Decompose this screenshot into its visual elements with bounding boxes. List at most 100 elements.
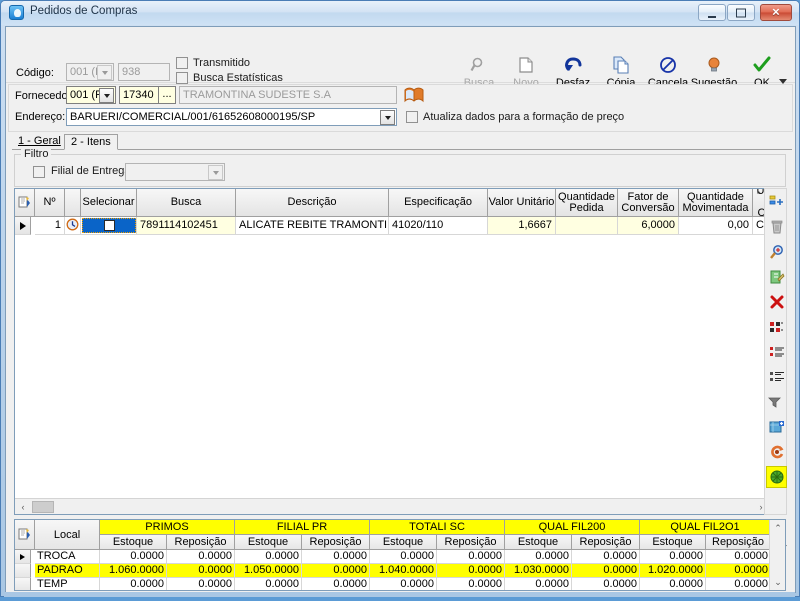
fornecedor-combo[interactable]: 001 (PI [66, 86, 116, 104]
cell-estoque-1[interactable]: 0.0000 [100, 578, 167, 590]
group-header-primos[interactable]: PRIMOS [100, 520, 235, 535]
cell-estoque-4[interactable]: 0.0000 [505, 550, 572, 564]
maximize-button[interactable] [727, 4, 755, 21]
cell-especificacao[interactable]: 41020/110 [389, 217, 488, 235]
export-grid-icon[interactable] [766, 416, 787, 438]
col-header-busca[interactable]: Busca [137, 189, 236, 217]
filter-funnel-icon[interactable] [764, 391, 785, 413]
cell-estoque-4[interactable]: 0.0000 [505, 578, 572, 590]
cell-reposicao-1[interactable]: 0.0000 [167, 578, 235, 590]
grid-config-icon[interactable] [15, 520, 35, 550]
sub-header-reposicao-4[interactable]: Reposição [572, 535, 640, 550]
col-header-valor-unitario[interactable]: Valor Unitário [488, 189, 556, 217]
filial-entrega-combo[interactable] [125, 163, 225, 181]
items-grid[interactable]: Nº Selecionar Busca Descrição Especifica… [14, 188, 786, 515]
transmitido-checkbox[interactable] [176, 57, 188, 69]
cell-reposicao-3[interactable]: 0.0000 [437, 564, 505, 578]
list-item[interactable]: TEMP 0.0000 0.0000 0.0000 0.0000 0.0000 … [15, 578, 769, 590]
cell-estoque-2[interactable]: 1.050.0000 [235, 564, 302, 578]
fornecedor-browse-button[interactable]: ... [158, 86, 176, 104]
row-selector-arrow[interactable] [15, 550, 31, 564]
cell-quantidade-movimentada[interactable]: 0,00 [679, 217, 753, 235]
col-header-local[interactable]: Local [35, 520, 100, 550]
cell-reposicao-4[interactable]: 0.0000 [572, 564, 640, 578]
cell-descricao[interactable]: ALICATE REBITE TRAMONTINA [236, 217, 389, 235]
sub-header-reposicao-2[interactable]: Reposição [302, 535, 370, 550]
delete-x-icon[interactable] [766, 291, 787, 313]
group-header-filial-pr[interactable]: FILIAL PR [235, 520, 370, 535]
cell-estoque-4[interactable]: 1.030.0000 [505, 564, 572, 578]
sub-header-reposicao-1[interactable]: Reposição [167, 535, 235, 550]
list-detail-icon[interactable] [766, 366, 787, 388]
cell-busca[interactable]: 7891114102451 [137, 217, 236, 235]
cell-status[interactable] [65, 217, 81, 235]
grid-cells-icon[interactable] [766, 316, 787, 338]
cell-reposicao-4[interactable]: 0.0000 [572, 550, 640, 564]
refresh-icon[interactable] [766, 441, 787, 463]
list-item[interactable]: PADRAO 1.060.0000 0.0000 1.050.0000 0.00… [15, 564, 769, 578]
minimize-button[interactable] [698, 4, 726, 21]
scroll-down-icon[interactable]: ⌄ [770, 574, 786, 590]
group-header-qual-fil200[interactable]: QUAL FIL200 [505, 520, 640, 535]
group-header-totali-sc[interactable]: TOTALI SC [370, 520, 505, 535]
trash-icon[interactable] [766, 216, 787, 238]
cell-reposicao-2[interactable]: 0.0000 [302, 564, 370, 578]
table-row[interactable]: 1 7891114102451 ALICATE REBITE TRAMONTIN… [15, 217, 769, 235]
cell-reposicao-5[interactable]: 0.0000 [706, 578, 769, 590]
cell-reposicao-1[interactable]: 0.0000 [167, 564, 235, 578]
cell-reposicao-4[interactable]: 0.0000 [572, 578, 640, 590]
globe-icon[interactable] [766, 466, 787, 488]
atualiza-dados-checkbox[interactable] [406, 111, 418, 123]
cell-local[interactable]: PADRAO [35, 564, 100, 578]
chevron-down-icon[interactable] [99, 88, 114, 103]
cell-reposicao-5[interactable]: 0.0000 [706, 564, 769, 578]
list-ordered-icon[interactable] [766, 341, 787, 363]
cell-estoque-3[interactable]: 0.0000 [370, 578, 437, 590]
fornecedor-code-field[interactable]: 17340 [119, 86, 159, 104]
chevron-down-icon[interactable] [380, 110, 395, 125]
col-header-selecionar[interactable]: Selecionar [81, 189, 137, 217]
stock-grid-vscrollbar[interactable]: ⌃ ⌄ [769, 520, 785, 590]
sub-header-estoque-3[interactable]: Estoque [370, 535, 437, 550]
sub-header-estoque-1[interactable]: Estoque [100, 535, 167, 550]
selecionar-checkbox[interactable] [104, 220, 115, 231]
cell-numero[interactable]: 1 [35, 217, 65, 235]
chevron-down-icon[interactable] [208, 165, 223, 180]
cell-estoque-2[interactable]: 0.0000 [235, 578, 302, 590]
cell-estoque-1[interactable]: 1.060.0000 [100, 564, 167, 578]
cell-reposicao-1[interactable]: 0.0000 [167, 550, 235, 564]
cell-fator-conversao[interactable]: 6,0000 [618, 217, 679, 235]
col-header-fator-conversao[interactable]: Fator de Conversão [618, 189, 679, 217]
group-header-qual-fil201[interactable]: QUAL FIL2O1 [640, 520, 769, 535]
cell-local[interactable]: TROCA [35, 550, 100, 564]
cell-quantidade-pedida[interactable] [556, 217, 618, 235]
col-header-quantidade-movimentada[interactable]: Quantidade Movimentada [679, 189, 753, 217]
sub-header-estoque-2[interactable]: Estoque [235, 535, 302, 550]
cell-estoque-3[interactable]: 0.0000 [370, 550, 437, 564]
cell-reposicao-3[interactable]: 0.0000 [437, 578, 505, 590]
cell-reposicao-2[interactable]: 0.0000 [302, 578, 370, 590]
cell-estoque-1[interactable]: 0.0000 [100, 550, 167, 564]
row-selector[interactable] [15, 578, 31, 590]
cell-reposicao-2[interactable]: 0.0000 [302, 550, 370, 564]
row-selector[interactable] [15, 564, 31, 578]
codigo-combo[interactable]: 001 (PI [66, 63, 114, 81]
edit-note-icon[interactable] [766, 266, 787, 288]
sub-header-estoque-4[interactable]: Estoque [505, 535, 572, 550]
cell-estoque-5[interactable]: 0.0000 [640, 550, 706, 564]
close-button[interactable] [760, 4, 792, 21]
items-grid-hscrollbar[interactable]: ‹ › [15, 498, 769, 514]
codigo-number-field[interactable]: 938 [118, 63, 170, 81]
list-item[interactable]: TROCA 0.0000 0.0000 0.0000 0.0000 0.0000… [15, 550, 769, 564]
tab-itens[interactable]: 2 - Itens [64, 134, 118, 150]
cell-estoque-2[interactable]: 0.0000 [235, 550, 302, 564]
book-icon[interactable] [403, 85, 425, 108]
cell-reposicao-5[interactable]: 0.0000 [706, 550, 769, 564]
endereco-combo[interactable]: BARUERI/COMERCIAL/001/61652608000195/SP [66, 108, 397, 126]
zoom-in-icon[interactable] [766, 241, 787, 263]
cell-estoque-3[interactable]: 1.040.0000 [370, 564, 437, 578]
insert-row-icon[interactable] [766, 191, 787, 213]
cell-selecionar[interactable] [81, 217, 137, 235]
chevron-up-icon[interactable]: ⌃ [755, 190, 763, 201]
sub-header-estoque-5[interactable]: Estoque [640, 535, 706, 550]
